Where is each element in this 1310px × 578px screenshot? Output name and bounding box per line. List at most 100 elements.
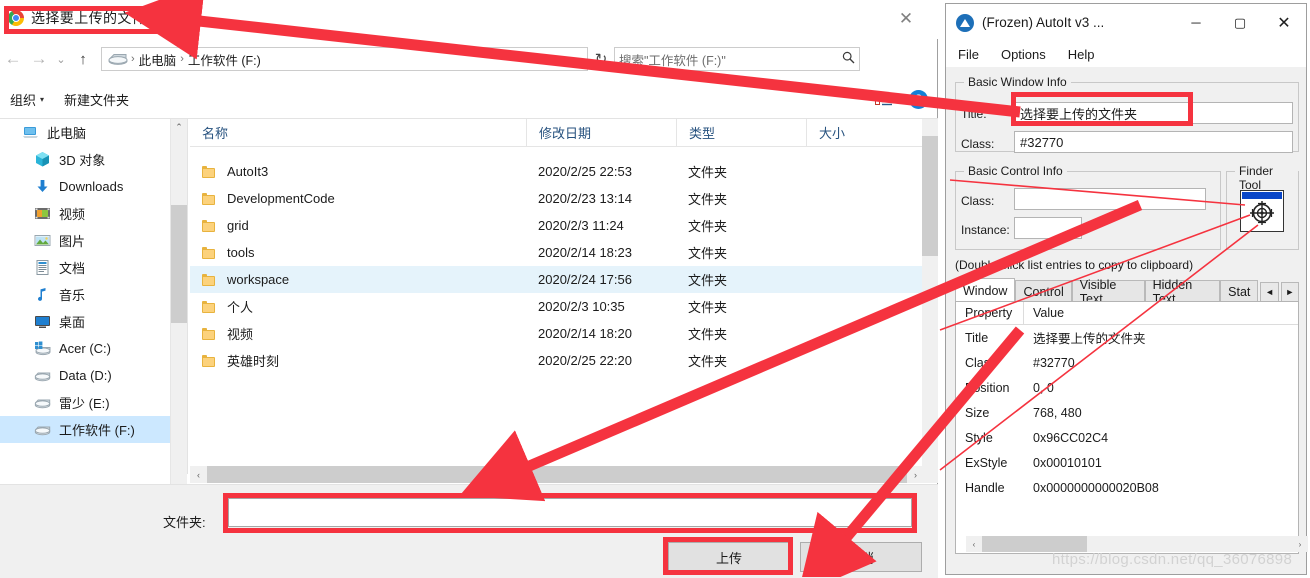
forward-button[interactable]: → <box>26 45 52 73</box>
table-row[interactable]: DevelopmentCode 2020/2/23 13:14 文件夹 <box>190 185 938 212</box>
breadcrumb-item-1[interactable]: 工作软件 (F:) <box>185 50 264 69</box>
value-column-header[interactable]: Value <box>1024 302 1294 324</box>
navpane-item-8[interactable]: Acer (C:) <box>0 335 170 362</box>
navpane-item-7[interactable]: 桌面 <box>0 308 170 335</box>
scrollbar-thumb[interactable] <box>171 205 187 323</box>
tab-window[interactable]: Window <box>955 278 1016 302</box>
cell-date: 2020/2/14 18:23 <box>538 245 632 260</box>
recent-locations-button[interactable]: ⌄ <box>52 45 70 73</box>
property-row[interactable]: Size 768, 480 <box>956 400 1298 425</box>
control-class-field[interactable] <box>1014 188 1206 210</box>
upload-button[interactable]: 上传 <box>668 542 790 572</box>
cell-type: 文件夹 <box>688 273 728 288</box>
chrome-icon <box>8 10 24 26</box>
navpane-item-label: 音乐 <box>59 288 86 303</box>
table-row[interactable]: grid 2020/2/3 11:24 文件夹 <box>190 212 938 239</box>
command-bar: 组织 ▾ 新建文件夹 ▾ ? <box>0 80 938 119</box>
window-buttons: ─ ▢ ✕ <box>1174 4 1306 41</box>
table-row[interactable]: 视频 2020/2/14 18:20 文件夹 <box>190 320 938 347</box>
scroll-right-icon[interactable]: › <box>1292 536 1308 552</box>
scrollbar-thumb[interactable] <box>982 536 1087 552</box>
scroll-up-icon[interactable]: ⌃ <box>171 119 187 136</box>
property-row[interactable]: Title 选择要上传的文件夹 <box>956 325 1298 350</box>
column-header-0[interactable]: 名称 ⌃ <box>190 119 526 146</box>
navpane-item-4[interactable]: 图片 <box>0 227 170 254</box>
instance-label: Instance: <box>961 223 1010 237</box>
tab-control[interactable]: Control <box>1015 280 1072 302</box>
navpane-item-2[interactable]: Downloads <box>0 173 170 200</box>
menu-item-file[interactable]: File <box>958 47 979 62</box>
change-view-icon[interactable] <box>874 92 893 106</box>
navpane-item-label: 工作软件 (F:) <box>59 423 135 438</box>
tab-scroll-left-icon[interactable]: ◄ <box>1260 282 1279 302</box>
table-row[interactable]: 英雄时刻 2020/2/25 22:20 文件夹 <box>190 347 938 374</box>
help-icon[interactable]: ? <box>909 89 928 109</box>
windows-drive-icon <box>34 340 51 357</box>
finder-target-icon[interactable] <box>1240 190 1284 232</box>
cell-name: workspace <box>190 272 526 287</box>
menu-item-help[interactable]: Help <box>1068 47 1095 62</box>
scrollbar-thumb[interactable] <box>922 136 938 256</box>
back-button[interactable]: ← <box>0 45 26 73</box>
navpane-item-label: 文档 <box>59 261 86 276</box>
navpane-item-10[interactable]: 雷少 (E:) <box>0 389 170 416</box>
navpane-item-9[interactable]: Data (D:) <box>0 362 170 389</box>
cell-name: 视频 <box>190 324 526 343</box>
navpane-item-1[interactable]: 3D 对象 <box>0 146 170 173</box>
tab-stat[interactable]: Stat <box>1220 280 1259 302</box>
property-row[interactable]: Position 0, 0 <box>956 375 1298 400</box>
navpane-item-11[interactable]: 工作软件 (F:) <box>0 416 170 443</box>
search-input[interactable]: 搜索"工作软件 (F:)" <box>619 50 842 69</box>
navpane-item-0[interactable]: 此电脑 <box>0 119 170 146</box>
navpane-item-5[interactable]: 文档 <box>0 254 170 281</box>
property-row[interactable]: ExStyle 0x00010101 <box>956 450 1298 475</box>
property-row[interactable]: Style 0x96CC02C4 <box>956 425 1298 450</box>
scrollbar-thumb[interactable] <box>207 466 907 483</box>
property-row[interactable]: Class #32770 <box>956 350 1298 375</box>
new-folder-button[interactable]: 新建文件夹 <box>54 90 139 109</box>
chevron-down-icon[interactable]: ⌄ <box>573 54 585 65</box>
chevron-down-icon[interactable]: ▾ <box>899 95 903 104</box>
title-field[interactable]: 选择要上传的文件夹 <box>1014 102 1293 124</box>
column-header-3[interactable]: 大小 <box>806 119 916 146</box>
organize-button[interactable]: 组织 ▾ <box>0 90 54 109</box>
navigation-pane-scrollbar[interactable]: ⌃ ⌄ <box>170 119 187 494</box>
column-header-1[interactable]: 修改日期 <box>526 119 676 146</box>
cancel-button[interactable]: 取消 <box>800 542 922 572</box>
property-value: 0, 0 <box>1033 380 1054 395</box>
scroll-left-icon[interactable]: ‹ <box>190 466 207 483</box>
maximize-button[interactable]: ▢ <box>1218 4 1262 41</box>
file-list-horizontal-scrollbar[interactable]: ‹ › <box>190 466 938 483</box>
up-button[interactable]: ↑ <box>70 45 96 73</box>
address-bar[interactable]: › 此电脑 › 工作软件 (F:) ⌄ <box>101 47 588 71</box>
organize-label: 组织 <box>10 92 37 108</box>
column-header-2[interactable]: 类型 <box>676 119 806 146</box>
search-box[interactable]: 搜索"工作软件 (F:)" <box>614 47 860 71</box>
tab-scroll-right-icon[interactable]: ► <box>1280 282 1299 302</box>
navpane-item-3[interactable]: 视频 <box>0 200 170 227</box>
property-column-header[interactable]: Property <box>956 302 1024 324</box>
refresh-icon[interactable]: ↻ <box>588 45 614 73</box>
scroll-right-icon[interactable]: › <box>907 466 924 483</box>
documents-icon <box>34 259 51 276</box>
scroll-left-icon[interactable]: ‹ <box>966 536 982 552</box>
minimize-button[interactable]: ─ <box>1174 4 1218 41</box>
property-row[interactable]: Handle 0x0000000000020B08 <box>956 475 1298 500</box>
close-button[interactable]: ✕ <box>1262 4 1306 41</box>
pane-splitter[interactable] <box>187 119 188 474</box>
property-list-horizontal-scrollbar[interactable]: ‹ › <box>966 536 1308 552</box>
folder-input[interactable] <box>228 498 912 527</box>
instance-field[interactable] <box>1014 217 1082 239</box>
file-list-vertical-scrollbar[interactable] <box>922 119 938 474</box>
breadcrumb-item-0[interactable]: 此电脑 <box>136 50 180 69</box>
tab-visible-text[interactable]: Visible Text <box>1071 278 1145 306</box>
table-row[interactable]: AutoIt3 2020/2/25 22:53 文件夹 <box>190 158 938 185</box>
menu-item-options[interactable]: Options <box>1001 47 1046 62</box>
close-icon[interactable]: ✕ <box>886 6 926 32</box>
table-row[interactable]: 个人 2020/2/3 10:35 文件夹 <box>190 293 938 320</box>
window-class-field[interactable]: #32770 <box>1014 131 1293 153</box>
navpane-item-6[interactable]: 音乐 <box>0 281 170 308</box>
table-row[interactable]: tools 2020/2/14 18:23 文件夹 <box>190 239 938 266</box>
tab-hidden-text[interactable]: Hidden Text <box>1144 278 1221 306</box>
table-row[interactable]: workspace 2020/2/24 17:56 文件夹 <box>190 266 938 293</box>
